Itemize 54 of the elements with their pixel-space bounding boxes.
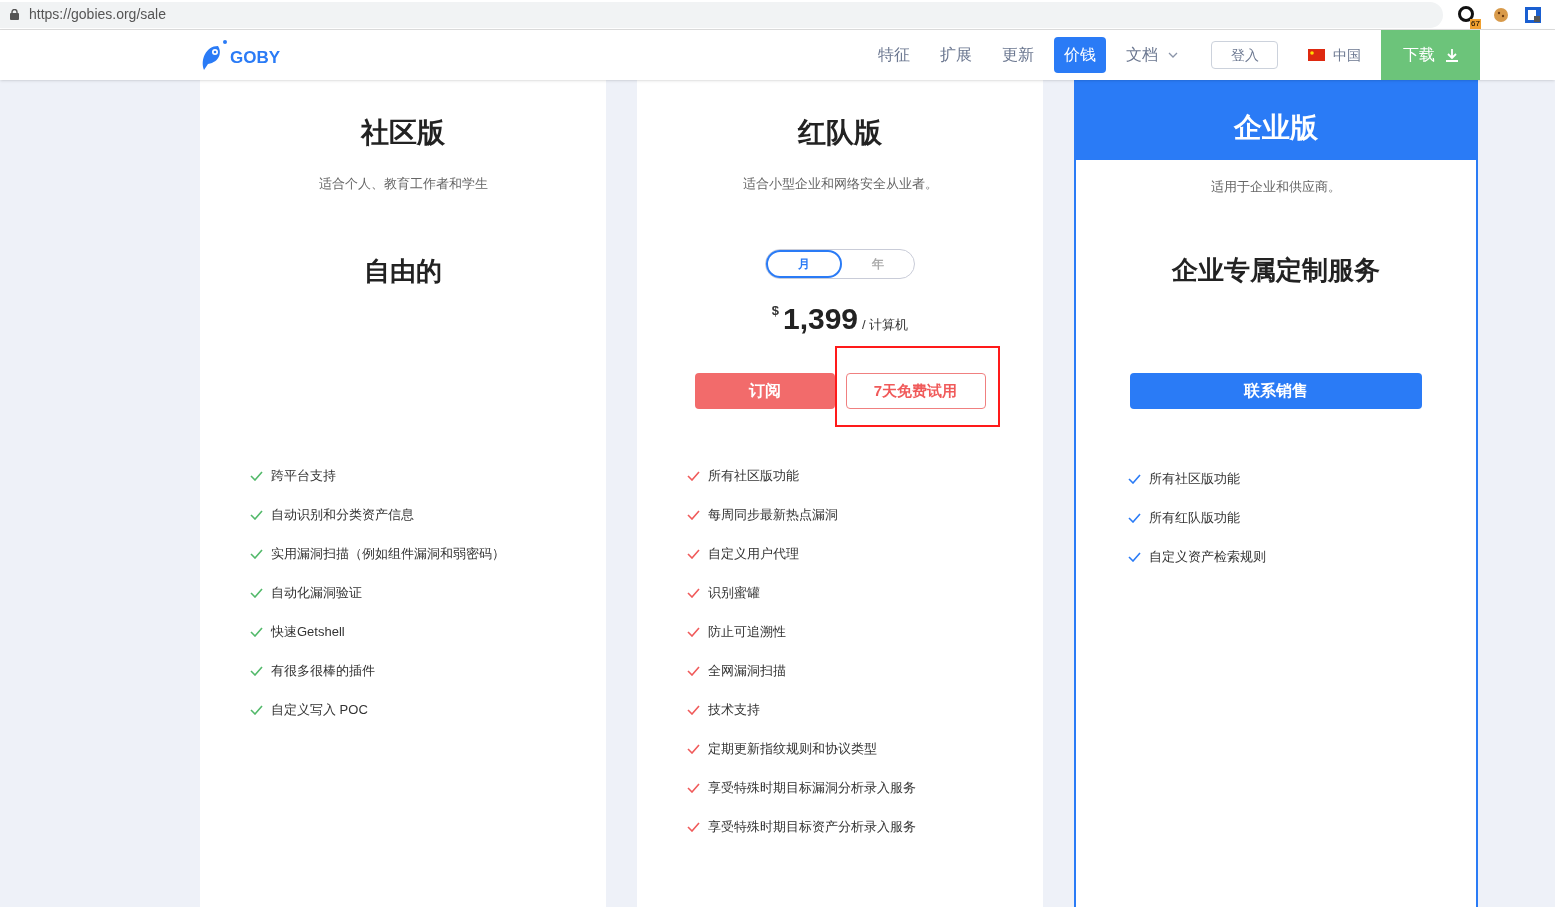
price-unit: / 计算机 bbox=[862, 316, 909, 334]
nav-link[interactable]: 价钱 bbox=[1054, 37, 1106, 73]
feature-text: 自动识别和分类资产信息 bbox=[271, 505, 414, 524]
feature-text: 自定义资产检索规则 bbox=[1149, 547, 1266, 566]
url-text: https://gobies.org/sale bbox=[29, 5, 166, 24]
feature-text: 快速Getshell bbox=[271, 622, 345, 641]
feature-text: 自定义用户代理 bbox=[708, 544, 799, 563]
language-selector[interactable]: 中国 bbox=[1308, 44, 1361, 66]
plan-subtitle: 适用于企业和供应商。 bbox=[1211, 178, 1341, 196]
feature-text: 技术支持 bbox=[708, 700, 760, 719]
feature-text: 享受特殊时期目标漏洞分析录入服务 bbox=[708, 778, 916, 797]
plan-headline: 自由的 bbox=[364, 255, 442, 288]
plan-title: 企业版 bbox=[1234, 111, 1318, 145]
billing-option[interactable]: 月 bbox=[766, 250, 842, 278]
feature-text: 有很多很棒的插件 bbox=[271, 661, 375, 680]
feature-text: 享受特殊时期目标资产分析录入服务 bbox=[708, 817, 916, 836]
feature-text: 所有社区版功能 bbox=[1149, 469, 1240, 488]
feature-text: 跨平台支持 bbox=[271, 466, 336, 485]
extension-icon[interactable] bbox=[1525, 6, 1541, 23]
feature-text: 自定义写入 POC bbox=[271, 700, 368, 719]
price-amount: 1,399 bbox=[782, 301, 859, 337]
plan-button[interactable]: 订阅 bbox=[694, 373, 835, 409]
plan-button[interactable]: 联系销售 bbox=[1130, 373, 1422, 409]
trial-button[interactable]: 7天免费试用 bbox=[845, 373, 986, 409]
extension-badge: 67 bbox=[1470, 18, 1481, 29]
address-bar[interactable]: https://gobies.org/sale bbox=[0, 1, 1443, 28]
logo-icon bbox=[200, 38, 228, 72]
feature-text: 定期更新指纹规则和协议类型 bbox=[708, 739, 877, 758]
download-icon bbox=[1444, 48, 1459, 62]
nav-link[interactable]: 扩展 bbox=[930, 37, 982, 73]
feature-text: 每周同步最新热点漏洞 bbox=[708, 505, 838, 524]
login-button[interactable]: 登入 bbox=[1211, 41, 1278, 69]
feature-text: 所有红队版功能 bbox=[1149, 508, 1240, 527]
chevron-down-icon bbox=[1168, 52, 1178, 58]
nav-link[interactable]: 文档 bbox=[1116, 37, 1188, 73]
nav-link[interactable]: 更新 bbox=[992, 37, 1044, 73]
lock-icon bbox=[10, 9, 19, 20]
cookie-icon[interactable] bbox=[1493, 6, 1509, 23]
plan-headline: 企业专属定制服务 bbox=[1172, 254, 1380, 287]
currency-symbol: $ bbox=[771, 302, 779, 320]
feature-text: 防止可追溯性 bbox=[708, 622, 786, 641]
feature-text: 全网漏洞扫描 bbox=[708, 661, 786, 680]
logo-text: GOBY bbox=[230, 46, 281, 69]
nav-link[interactable]: 特征 bbox=[868, 37, 920, 73]
plan-subtitle: 适合个人、教育工作者和学生 bbox=[318, 175, 488, 193]
logo[interactable]: GOBY bbox=[200, 38, 281, 72]
feature-text: 识别蜜罐 bbox=[708, 583, 760, 602]
feature-text: 实用漏洞扫描（例如组件漏洞和弱密码） bbox=[271, 544, 505, 563]
plan-subtitle: 适合小型企业和网络安全从业者。 bbox=[742, 175, 938, 193]
feature-text: 自动化漏洞验证 bbox=[271, 583, 362, 602]
plan-title: 红队版 bbox=[798, 116, 882, 150]
feature-text: 所有社区版功能 bbox=[708, 466, 799, 485]
flag-icon bbox=[1308, 49, 1325, 61]
plan-title: 社区版 bbox=[361, 116, 445, 150]
